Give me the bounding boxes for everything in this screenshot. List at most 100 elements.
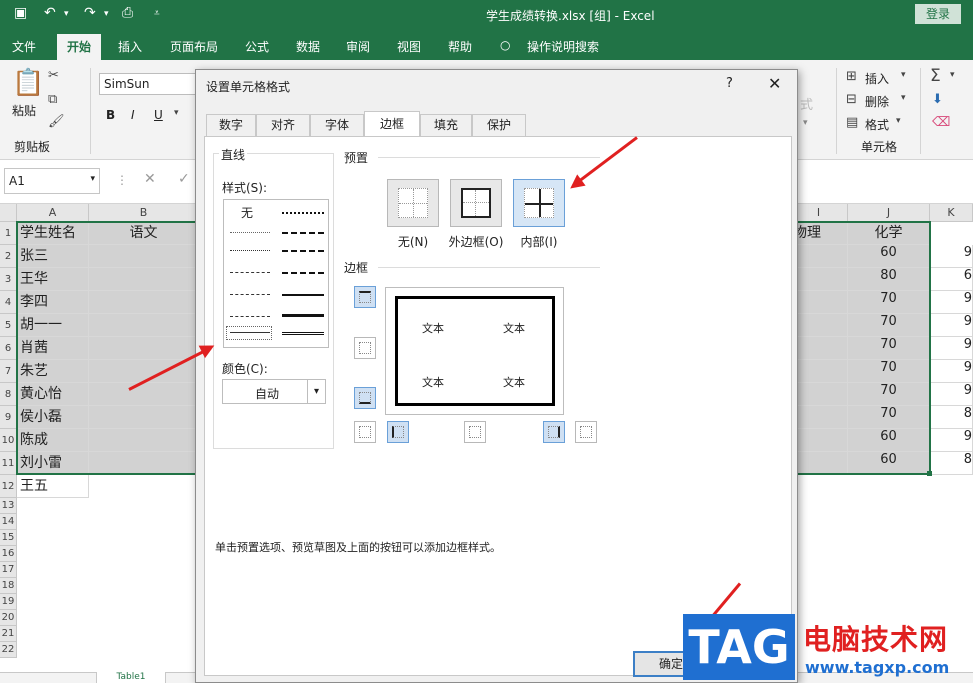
- row-header[interactable]: 4: [0, 291, 17, 314]
- cell-chemistry[interactable]: 70: [848, 406, 930, 429]
- delete-cells-icon[interactable]: ⊟: [846, 92, 857, 107]
- row-header[interactable]: 11: [0, 452, 17, 475]
- copy-icon[interactable]: ⧉: [48, 92, 57, 107]
- cell-k[interactable]: 8: [930, 452, 973, 475]
- delete-cells-label[interactable]: 删除: [865, 93, 889, 110]
- cell-name[interactable]: 刘小雷: [17, 452, 89, 475]
- border-diagonal-up-button[interactable]: [354, 421, 376, 443]
- cell-chemistry[interactable]: 60: [848, 245, 930, 268]
- cell-physics[interactable]: [790, 360, 848, 383]
- customize-qat-icon[interactable]: ⩡: [154, 8, 160, 19]
- cell-physics[interactable]: [790, 429, 848, 452]
- cell-chinese[interactable]: [89, 406, 199, 429]
- cell-chinese[interactable]: [89, 452, 199, 475]
- insert-cells-icon[interactable]: ⊞: [846, 69, 857, 84]
- cell-k[interactable]: 8: [930, 406, 973, 429]
- cell-chemistry[interactable]: 70: [848, 337, 930, 360]
- cell-k[interactable]: 9: [930, 429, 973, 452]
- border-bottom-button[interactable]: [354, 387, 376, 409]
- format-dropdown-icon[interactable]: ▾: [896, 116, 901, 126]
- tab-help[interactable]: 帮助: [448, 38, 472, 55]
- row-header[interactable]: 16: [0, 546, 17, 562]
- row-header[interactable]: 21: [0, 626, 17, 642]
- cell-chinese[interactable]: [89, 245, 199, 268]
- cell-physics[interactable]: [790, 314, 848, 337]
- print-preview-icon[interactable]: ⎙: [122, 5, 133, 21]
- tab-page-layout[interactable]: 页面布局: [170, 38, 218, 55]
- underline-button[interactable]: U: [154, 108, 163, 122]
- cell-k[interactable]: 9: [930, 360, 973, 383]
- line-style-option[interactable]: [230, 272, 270, 273]
- styles-dropdown-icon[interactable]: ▾: [803, 118, 808, 128]
- help-button[interactable]: ?: [726, 76, 733, 91]
- line-style-option[interactable]: [282, 314, 324, 317]
- paste-label[interactable]: 粘贴: [12, 102, 36, 119]
- cell-physics[interactable]: [790, 383, 848, 406]
- tab-home[interactable]: 开始: [57, 34, 102, 60]
- autosum-icon[interactable]: Σ: [930, 66, 941, 86]
- cell-k[interactable]: 9: [930, 245, 973, 268]
- save-icon[interactable]: ▣: [14, 5, 27, 21]
- format-cells-icon[interactable]: ▤: [846, 115, 858, 130]
- paste-icon[interactable]: 📋: [12, 68, 44, 98]
- border-preview[interactable]: 文本 文本 文本 文本: [385, 287, 564, 415]
- cell-name[interactable]: 黄心怡: [17, 383, 89, 406]
- delete-dropdown-icon[interactable]: ▾: [901, 93, 906, 103]
- cell-a1[interactable]: 学生姓名: [17, 222, 89, 245]
- cell-k[interactable]: 9: [930, 337, 973, 360]
- cell-physics[interactable]: [790, 245, 848, 268]
- line-style-list[interactable]: 无: [223, 199, 329, 348]
- border-inside-vertical-button[interactable]: [464, 421, 486, 443]
- cell-chinese[interactable]: [89, 383, 199, 406]
- underline-dropdown-icon[interactable]: ▾: [174, 108, 179, 118]
- cell-i1[interactable]: 物理: [790, 222, 848, 245]
- row-header[interactable]: 2: [0, 245, 17, 268]
- row-header[interactable]: 17: [0, 562, 17, 578]
- border-top-button[interactable]: [354, 286, 376, 308]
- line-style-option[interactable]: [230, 316, 270, 317]
- cell-name[interactable]: 朱艺: [17, 360, 89, 383]
- preset-outline-label[interactable]: 外边框(O): [441, 233, 511, 250]
- border-left-button[interactable]: [387, 421, 409, 443]
- cell-name[interactable]: 张三: [17, 245, 89, 268]
- redo-dropdown-icon[interactable]: ▾: [104, 9, 109, 19]
- cell-physics[interactable]: [790, 291, 848, 314]
- column-header-j[interactable]: J: [848, 204, 930, 222]
- line-style-option[interactable]: [282, 250, 324, 252]
- cell-chemistry[interactable]: 70: [848, 314, 930, 337]
- format-cells-label[interactable]: 格式: [865, 116, 889, 133]
- cell-chemistry[interactable]: 70: [848, 383, 930, 406]
- login-button[interactable]: 登录: [915, 4, 961, 24]
- line-style-option[interactable]: [282, 272, 324, 274]
- select-all-corner[interactable]: [0, 204, 17, 222]
- tab-font[interactable]: 字体: [310, 114, 364, 136]
- cell-name[interactable]: 王华: [17, 268, 89, 291]
- line-style-option[interactable]: [230, 250, 270, 251]
- tab-protection[interactable]: 保护: [472, 114, 526, 136]
- preset-inside-label[interactable]: 内部(I): [504, 233, 574, 250]
- color-select[interactable]: 自动 ▾: [222, 379, 326, 404]
- cell-name[interactable]: 陈成: [17, 429, 89, 452]
- cell-name[interactable]: 王五: [17, 475, 89, 498]
- row-header[interactable]: 14: [0, 514, 17, 530]
- cell-name[interactable]: 侯小磊: [17, 406, 89, 429]
- cell-k[interactable]: 9: [930, 291, 973, 314]
- row-header[interactable]: 1: [0, 222, 17, 245]
- cell-k[interactable]: 9: [930, 383, 973, 406]
- cell-chemistry[interactable]: 70: [848, 360, 930, 383]
- cell-name[interactable]: 胡一一: [17, 314, 89, 337]
- row-header[interactable]: 3: [0, 268, 17, 291]
- insert-cells-label[interactable]: 插入: [865, 70, 889, 87]
- column-header-b[interactable]: B: [89, 204, 199, 222]
- cell-physics[interactable]: [790, 268, 848, 291]
- row-header[interactable]: 13: [0, 498, 17, 514]
- cell-chemistry[interactable]: 80: [848, 268, 930, 291]
- border-inside-horizontal-button[interactable]: [354, 337, 376, 359]
- tab-view[interactable]: 视图: [397, 38, 421, 55]
- chevron-down-icon[interactable]: ▾: [307, 380, 325, 403]
- preset-none-button[interactable]: [387, 179, 439, 227]
- cell-j1[interactable]: 化学: [848, 222, 930, 245]
- tab-tell-me[interactable]: 操作说明搜索: [527, 38, 599, 55]
- row-header[interactable]: 12: [0, 475, 17, 498]
- format-painter-icon[interactable]: 🖌: [48, 114, 65, 129]
